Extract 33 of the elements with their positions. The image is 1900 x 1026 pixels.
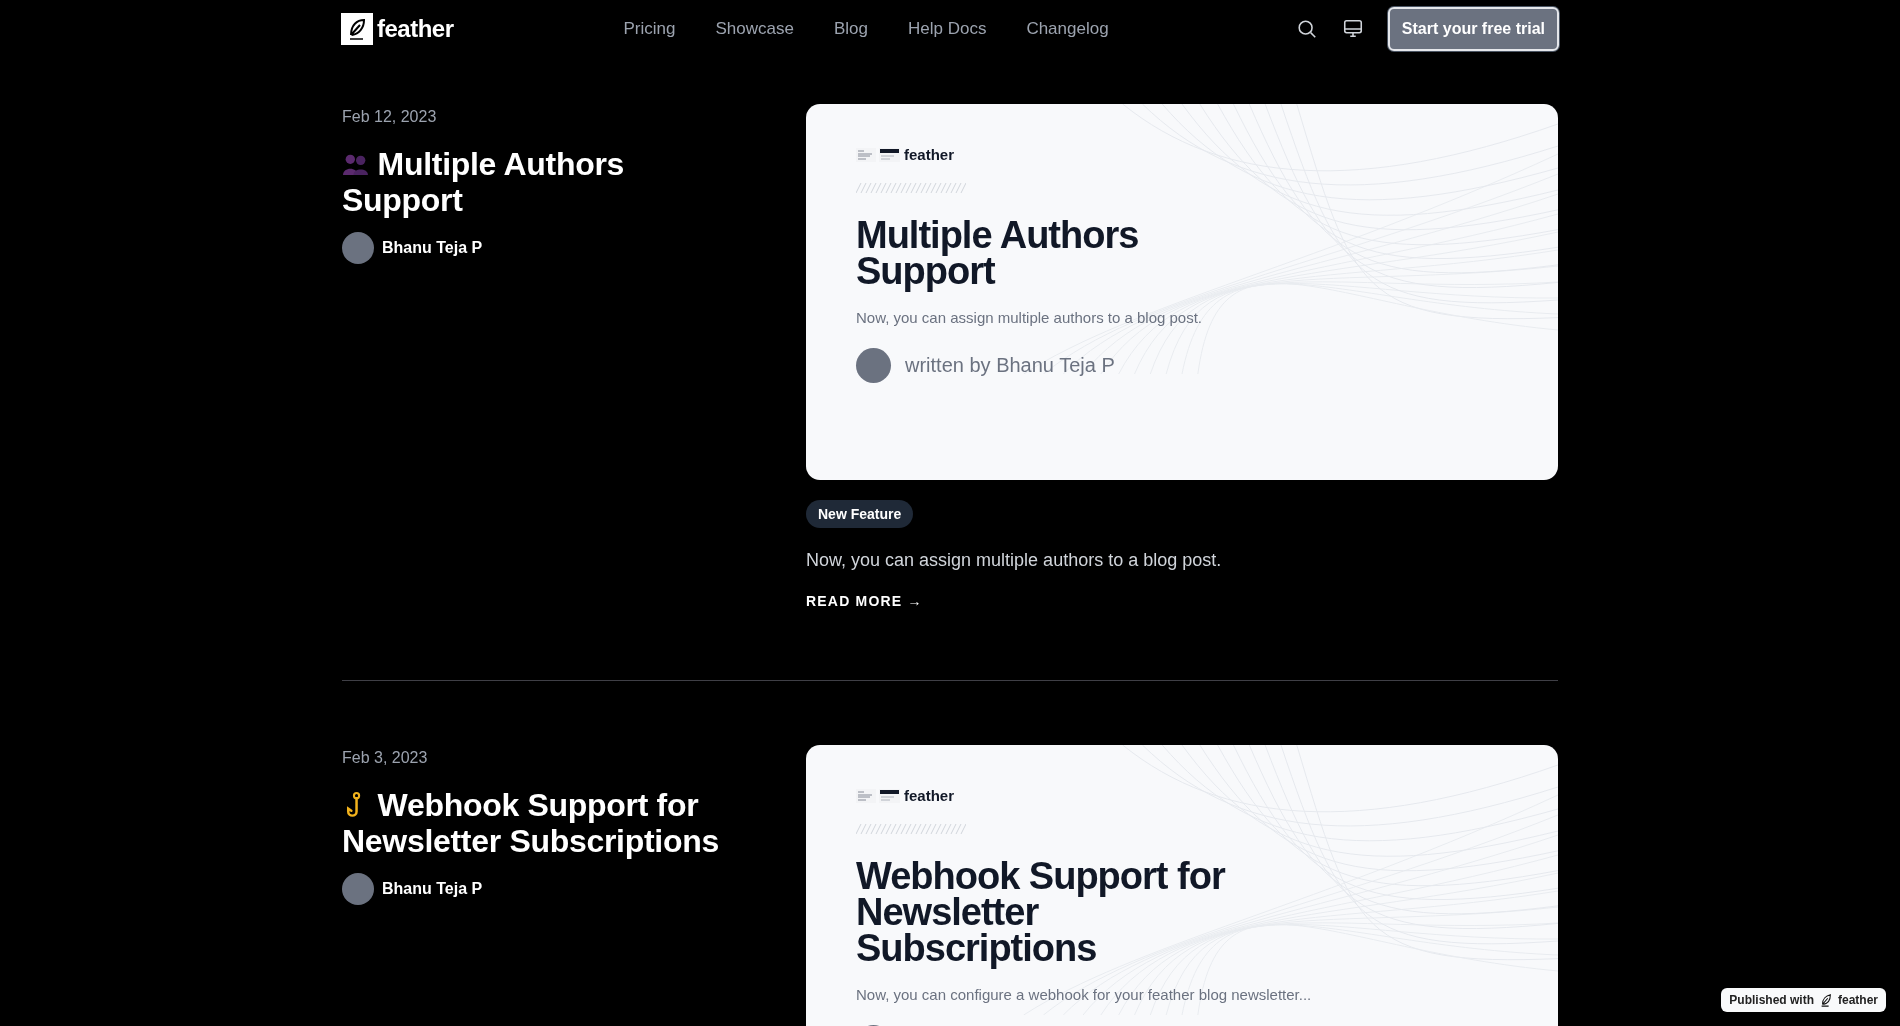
category-tag[interactable]: New Feature <box>806 500 914 528</box>
monitor-icon[interactable] <box>1341 18 1364 40</box>
author-name[interactable]: Bhanu Teja P <box>382 880 483 898</box>
card-brand-name: feather <box>904 787 955 804</box>
author-name[interactable]: Bhanu Teja P <box>382 239 483 257</box>
nav-link[interactable]: Changelog <box>1026 19 1109 39</box>
post-title-link[interactable]: Webhook Support for Newsletter Subscriptions <box>342 787 722 859</box>
cover-image-card[interactable]: feather Webhook Support for Newsletter Subscriptions Now, you can configure a webhook for your feather blog newsletter... <box>806 745 1558 1026</box>
logo-text[interactable]: feather <box>377 15 454 43</box>
card-avatar <box>856 348 891 383</box>
nav-link[interactable]: Showcase <box>715 19 794 39</box>
feather-logo-icon[interactable] <box>341 13 373 45</box>
author-avatar <box>342 232 374 264</box>
thumbnail-icon <box>856 146 900 163</box>
nav-link[interactable]: Help Docs <box>907 19 987 39</box>
post-date: Feb 3, 2023 <box>342 749 429 767</box>
feather-icon <box>1819 993 1833 1007</box>
card-description: Now, you can configure a webhook for your feather blog newsletter... <box>856 986 1313 1003</box>
author-avatar <box>342 873 374 905</box>
card-brand-name: feather <box>904 146 955 163</box>
nav-link[interactable]: Blog <box>833 19 868 39</box>
published-with-badge[interactable]: Published with feather <box>1721 988 1886 1012</box>
read-more-link[interactable]: READ MORE → <box>806 593 923 609</box>
thumbnail-icon <box>856 787 900 804</box>
cover-image-card[interactable]: feather Multiple Authors Support Now, you can assign multiple authors to a blog post. written by Bhanu Teja P <box>806 104 1558 480</box>
post-title-link[interactable]: Multiple Authors Support <box>342 146 722 218</box>
post-summary: Now, you can assign multiple authors to a blog post. <box>806 550 1223 571</box>
nav-link[interactable]: Pricing <box>623 19 676 39</box>
free-trial-button[interactable]: Start your free trial <box>1387 7 1559 51</box>
card-description: Now, you can assign multiple authors to a blog post. <box>856 309 1204 326</box>
search-icon[interactable] <box>1295 18 1318 40</box>
post-date: Feb 12, 2023 <box>342 108 438 126</box>
card-byline: written by Bhanu Teja P <box>905 354 1115 377</box>
